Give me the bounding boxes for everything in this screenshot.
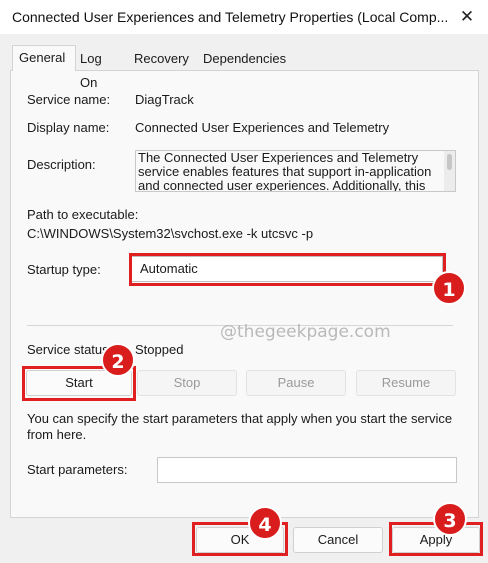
tab-general[interactable]: General [12, 45, 76, 71]
tab-panel-general [10, 70, 479, 518]
step-marker-3: 3 [433, 502, 467, 536]
close-icon[interactable]: ✕ [455, 5, 479, 29]
stop-button[interactable]: Stop [137, 370, 237, 396]
cancel-button[interactable]: Cancel [293, 527, 383, 553]
highlight-startup-type [129, 253, 446, 286]
tab-dependencies[interactable]: Dependencies [197, 47, 293, 71]
description-textbox[interactable]: The Connected User Experiences and Telem… [135, 150, 456, 192]
step-marker-2: 2 [101, 343, 135, 377]
service-name-value: DiagTrack [135, 92, 194, 107]
service-name-label: Service name: [27, 92, 111, 107]
tab-log-on[interactable]: Log On [74, 47, 128, 90]
display-name-label: Display name: [27, 120, 110, 135]
tab-recovery[interactable]: Recovery [128, 47, 196, 71]
startup-type-label: Startup type: [27, 262, 101, 277]
description-label: Description: [27, 157, 96, 172]
service-status-value: Stopped [135, 342, 184, 357]
display-name-value: Connected User Experiences and Telemetry [135, 120, 390, 135]
path-label: Path to executable: [27, 207, 139, 222]
service-status-label: Service status: [27, 342, 113, 357]
start-params-label: Start parameters: [27, 462, 128, 477]
step-marker-4: 4 [248, 506, 282, 540]
resume-button[interactable]: Resume [356, 370, 456, 396]
watermark-text: @thegeekpage.com [220, 322, 391, 342]
window-title: Connected User Experiences and Telemetry… [12, 9, 449, 25]
start-params-input[interactable] [157, 457, 457, 483]
step-marker-1: 1 [432, 271, 466, 305]
description-text: The Connected User Experiences and Telem… [138, 150, 432, 192]
start-params-hint: You can specify the start parameters tha… [27, 411, 453, 442]
path-value: C:\WINDOWS\System32\svchost.exe -k utcsv… [27, 226, 314, 241]
description-scrollbar[interactable] [444, 151, 455, 191]
pause-button[interactable]: Pause [246, 370, 346, 396]
